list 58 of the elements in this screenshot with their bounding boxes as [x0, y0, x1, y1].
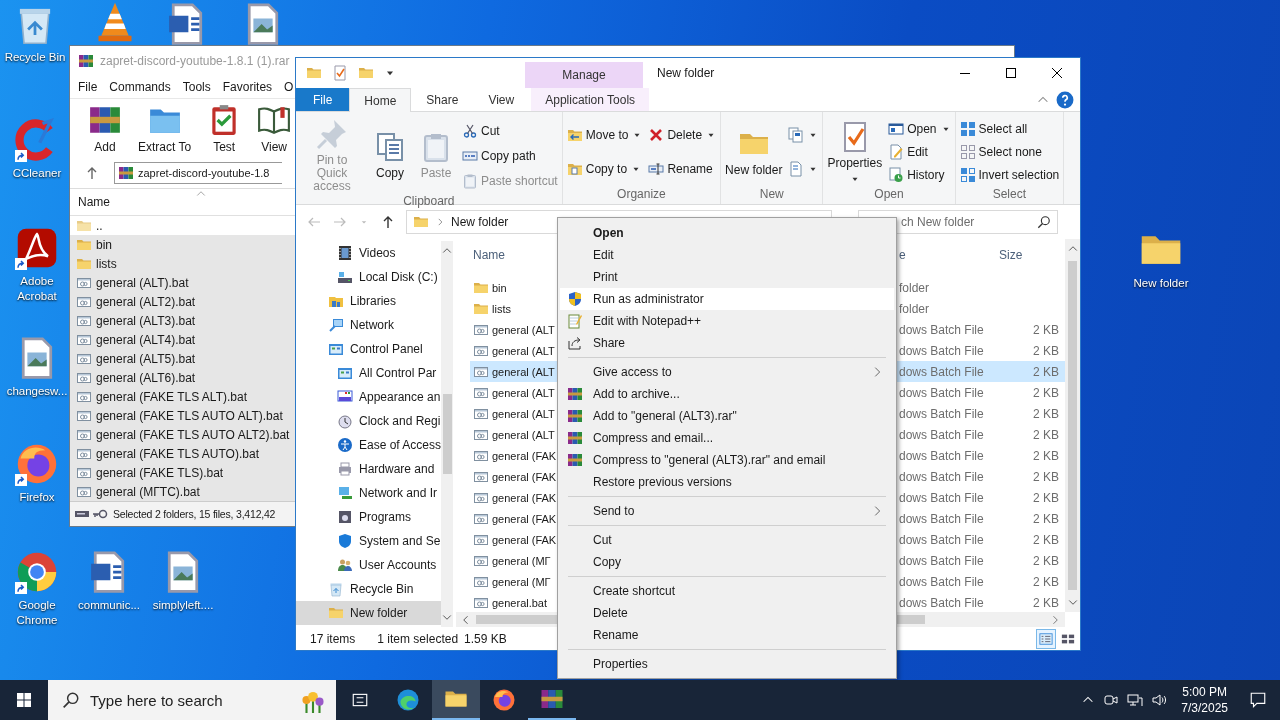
file-name: general (FAK [470, 531, 558, 548]
table-cell-text: 2 KB [1032, 448, 1059, 463]
table-cell-text: 2 KB [1032, 574, 1059, 589]
table-cell-text: 2 KB [1032, 343, 1059, 358]
file-name: general (ALT [470, 363, 558, 380]
file-name: lists [470, 300, 558, 317]
table-cell-text: dows Batch File [899, 385, 985, 400]
table-cell-text: dows Batch File [899, 532, 985, 547]
window-title: New folder [656, 65, 715, 82]
table-cell-text: 2 KB [1032, 553, 1059, 568]
file-name: general (ALT [470, 342, 558, 359]
group-label: Clipboard [402, 193, 456, 209]
file-name: general (ALT [470, 384, 558, 401]
file-name: general (FAK [470, 489, 558, 506]
table-cell-text: 2 KB [1032, 364, 1059, 379]
table-cell-text: dows Batch File [899, 406, 985, 421]
table-cell-text: dows Batch File [899, 553, 985, 568]
status-text: 1 item selected [377, 631, 459, 646]
table-cell-text: dows Batch File [899, 595, 985, 610]
group-label: Open [873, 186, 905, 203]
group-label: Select [991, 186, 1028, 203]
table-cell-text: dows Batch File [899, 469, 985, 484]
table-cell-text: dows Batch File [899, 427, 985, 442]
table-cell-text: dows Batch File [899, 322, 985, 337]
window-title: zapret-discord-youtube-1.8.1 (1).rar [100, 53, 290, 68]
status-text: 1.59 KB [464, 631, 507, 646]
group-label: New [758, 186, 785, 203]
table-cell-text: 2 KB [1032, 406, 1059, 421]
table-cell-text: folder [899, 280, 931, 295]
file-name: general.bat [470, 594, 558, 611]
file-name: general (FAK [470, 447, 558, 464]
file-name: general (ALT [470, 321, 558, 338]
table-cell-text: 2 KB [1032, 469, 1059, 484]
table-cell-text: dows Batch File [899, 448, 985, 463]
context-tab-header: Manage [525, 62, 643, 88]
table-cell-text: folder [899, 301, 931, 316]
file-name: general (FAK [470, 468, 558, 485]
file-name: bin [470, 279, 558, 296]
table-cell-text: 2 KB [1032, 595, 1059, 610]
table-cell-text: 2 KB [1032, 427, 1059, 442]
table-cell-text: dows Batch File [899, 343, 985, 358]
status-text: 17 items [310, 631, 356, 646]
table-cell-text: dows Batch File [899, 490, 985, 505]
table-cell-text: dows Batch File [899, 574, 985, 589]
file-name: general (ALT [470, 426, 558, 443]
table-cell-text: dows Batch File [899, 511, 985, 526]
file-name: general (FAK [470, 510, 558, 527]
table-cell-text: 2 KB [1032, 490, 1059, 505]
file-name: general (МГ [470, 552, 558, 569]
group-label: Organize [616, 186, 667, 203]
table-cell-text: dows Batch File [899, 364, 985, 379]
table-cell-text: 2 KB [1032, 511, 1059, 526]
table-cell-text: 2 KB [1032, 532, 1059, 547]
table-cell-text: 2 KB [1032, 385, 1059, 400]
file-name: general (ALT [470, 405, 558, 422]
status-text: Selected 2 folders, 15 files, 3,412,42 [113, 508, 276, 521]
file-name: general (МГ [470, 573, 558, 590]
table-cell-text: 2 KB [1032, 322, 1059, 337]
